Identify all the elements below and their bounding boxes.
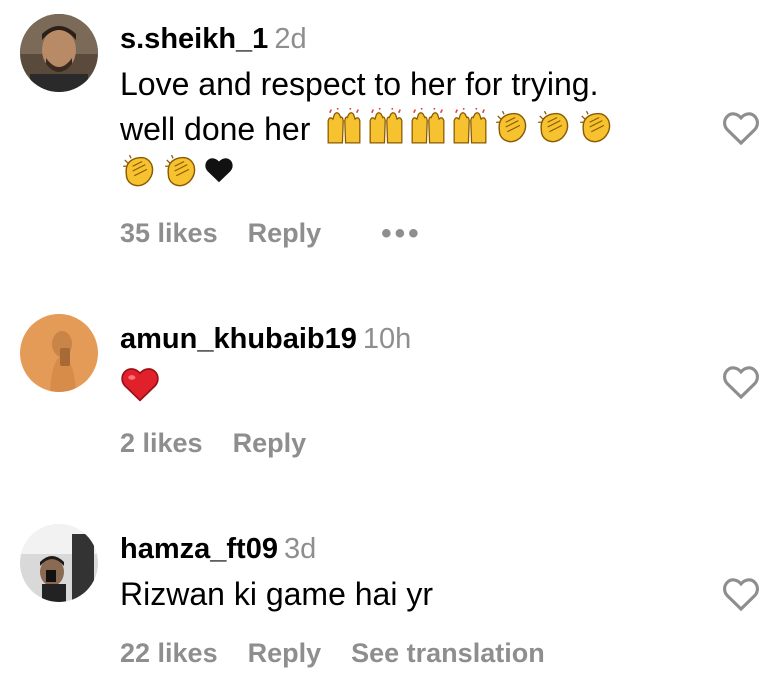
comment-actions: 22 likes Reply See translation — [120, 638, 545, 669]
comment-item: s.sheikh_1 2d Love and respect to her for… — [0, 0, 784, 270]
raising-hands-icon — [453, 108, 487, 144]
comment-item: amun_khubaib19 10h 2 likes Reply — [0, 300, 784, 480]
reply-button[interactable]: Reply — [248, 218, 322, 249]
comment-header: amun_khubaib19 10h — [120, 320, 704, 358]
likes-count[interactable]: 22 likes — [120, 638, 218, 669]
reply-button[interactable]: Reply — [248, 638, 322, 669]
like-heart-icon[interactable] — [722, 364, 760, 400]
comment-actions: 35 likes Reply ••• — [120, 218, 422, 249]
comment-header: s.sheikh_1 2d — [120, 20, 704, 58]
username[interactable]: s.sheikh_1 — [120, 23, 268, 55]
like-heart-icon[interactable] — [722, 110, 760, 146]
avatar[interactable] — [20, 14, 98, 92]
like-heart-icon[interactable] — [722, 576, 760, 612]
likes-count[interactable]: 2 likes — [120, 428, 203, 459]
clapping-hands-icon — [123, 154, 154, 187]
emoji-row — [325, 108, 615, 146]
reply-button[interactable]: Reply — [233, 428, 307, 459]
avatar[interactable] — [20, 524, 98, 602]
clapping-hands-icon — [580, 110, 611, 143]
timestamp: 10h — [362, 323, 412, 355]
comment-text — [120, 366, 704, 407]
red-heart-icon — [121, 368, 159, 402]
black-heart-icon — [205, 158, 233, 183]
more-options-icon[interactable]: ••• — [381, 218, 422, 248]
clapping-hands-icon — [496, 110, 527, 143]
emoji-row — [120, 152, 704, 190]
comment-header: hamza_ft09 3d — [120, 530, 704, 568]
timestamp: 3d — [283, 533, 317, 565]
see-translation-button[interactable]: See translation — [351, 638, 545, 669]
comment-actions: 2 likes Reply — [120, 428, 306, 459]
username[interactable]: amun_khubaib19 — [120, 323, 357, 355]
avatar[interactable] — [20, 314, 98, 392]
comment-text: Rizwan ki game hai yr — [120, 576, 433, 612]
comment-line: Love and respect to her for trying. — [120, 66, 599, 102]
raising-hands-icon — [369, 108, 403, 144]
raising-hands-icon — [411, 108, 445, 144]
comment-item: hamza_ft09 3d Rizwan ki game hai yr 22 li… — [0, 510, 784, 681]
comment-line: well done her — [120, 111, 311, 147]
raising-hands-icon — [327, 108, 361, 144]
comment-text: Love and respect to her for trying. well… — [120, 62, 704, 190]
timestamp: 2d — [274, 23, 307, 55]
likes-count[interactable]: 35 likes — [120, 218, 218, 249]
username[interactable]: hamza_ft09 — [120, 533, 278, 565]
clapping-hands-icon — [165, 154, 196, 187]
clapping-hands-icon — [538, 110, 569, 143]
